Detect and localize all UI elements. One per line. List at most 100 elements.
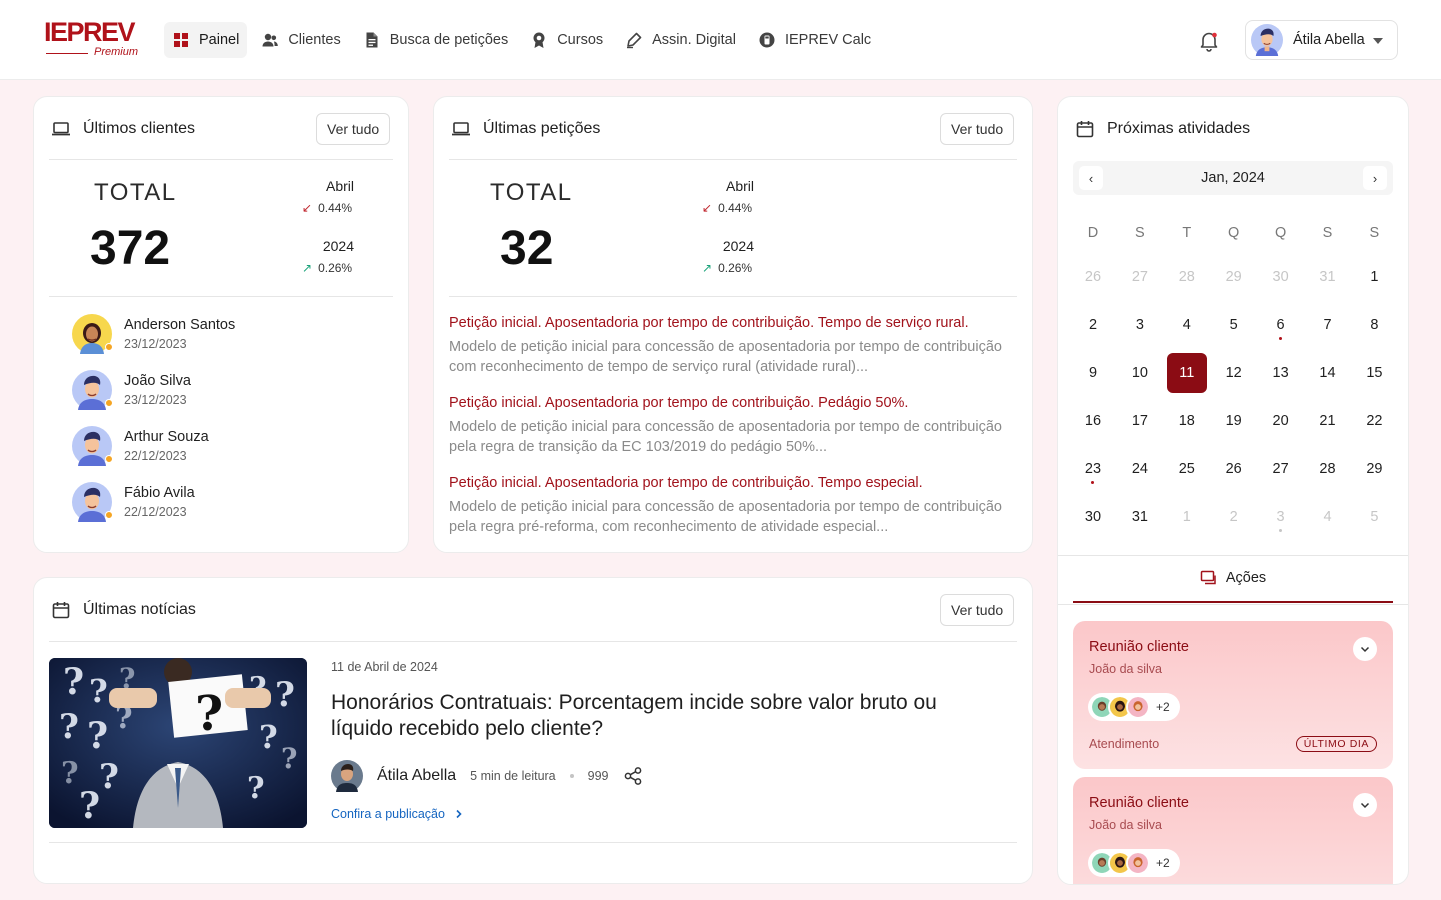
calendar-day[interactable]: 26: [1214, 449, 1254, 489]
nav-label: IEPREV Calc: [784, 32, 872, 48]
calendar-day[interactable]: 5: [1354, 497, 1394, 537]
calendar-day[interactable]: 30: [1073, 497, 1113, 537]
calendar-day[interactable]: 27: [1261, 449, 1301, 489]
see-all-petitions-button[interactable]: Ver tudo: [940, 113, 1015, 145]
calendar-day[interactable]: 20: [1261, 401, 1301, 441]
next-month-button[interactable]: ›: [1363, 166, 1387, 190]
calendar-day[interactable]: 1: [1167, 497, 1207, 537]
client-row[interactable]: Arthur Souza 22/12/2023: [72, 424, 209, 468]
client-row[interactable]: João Silva 23/12/2023: [72, 368, 191, 412]
share-icon[interactable]: [623, 766, 643, 786]
calendar-day[interactable]: 30: [1261, 257, 1301, 297]
calendar-day[interactable]: 19: [1214, 401, 1254, 441]
status-dot: [105, 343, 113, 351]
calendar-day[interactable]: 4: [1308, 497, 1348, 537]
nav-clientes[interactable]: Clientes: [253, 22, 348, 58]
calendar-day[interactable]: 22: [1354, 401, 1394, 441]
participants[interactable]: +2: [1088, 849, 1180, 877]
nav-cursos[interactable]: Cursos: [522, 22, 611, 58]
calendar-day[interactable]: 3: [1261, 497, 1301, 537]
see-all-news-button[interactable]: Ver tudo: [940, 594, 1015, 626]
calendar-day[interactable]: 6: [1261, 305, 1301, 345]
calendar-day[interactable]: 17: [1120, 401, 1160, 441]
arrow-up-icon: ↗: [302, 261, 313, 275]
calendar-day[interactable]: 27: [1120, 257, 1160, 297]
event-dot: [1278, 337, 1282, 340]
calendar-day[interactable]: 28: [1308, 449, 1348, 489]
calendar-day[interactable]: 16: [1073, 401, 1113, 441]
chevron-right-icon: [456, 809, 462, 819]
notifications-button[interactable]: [1196, 28, 1222, 54]
nav-painel[interactable]: Painel: [164, 22, 248, 58]
ieprev-logo[interactable]: IEPREV Premium: [44, 18, 144, 62]
calendar-day[interactable]: 29: [1214, 257, 1254, 297]
expand-button[interactable]: [1353, 793, 1377, 817]
card-title: Próximas atividades: [1107, 120, 1251, 137]
svg-text:?: ?: [195, 686, 223, 742]
calendar-day[interactable]: 12: [1214, 353, 1254, 393]
participants-more: +2: [1156, 856, 1170, 870]
calendar-day[interactable]: 31: [1120, 497, 1160, 537]
client-row[interactable]: Anderson Santos 23/12/2023: [72, 312, 235, 356]
participants-more: +2: [1156, 700, 1170, 714]
calendar-day[interactable]: 31: [1308, 257, 1348, 297]
activity-card[interactable]: Reunião cliente João da silva +2 Atendim…: [1073, 621, 1393, 769]
calendar-day[interactable]: 28: [1167, 257, 1207, 297]
nav-assin-digital[interactable]: Assin. Digital: [617, 22, 744, 58]
calendar-day[interactable]: 29: [1354, 449, 1394, 489]
calendar-day[interactable]: 21: [1308, 401, 1348, 441]
divider: [49, 842, 1017, 843]
calendar-day[interactable]: 4: [1167, 305, 1207, 345]
nav-label: Busca de petições: [389, 32, 509, 48]
petition-item[interactable]: Petição inicial. Aposentadoria por tempo…: [449, 473, 1009, 537]
day-number: 4: [1323, 509, 1332, 525]
nav-ieprev-calc[interactable]: IEPREV Calc: [750, 22, 879, 58]
activity-card[interactable]: Reunião cliente João da silva +2: [1073, 777, 1393, 884]
calendar-day[interactable]: 9: [1073, 353, 1113, 393]
calendar-day[interactable]: 2: [1214, 497, 1254, 537]
latest-news-card: Últimas notícias Ver tudo ??? ??? ??? ??…: [33, 577, 1033, 884]
upcoming-activities-card: Próximas atividades ‹ Jan, 2024 › D S T Q Q S…: [1057, 96, 1409, 885]
nav-busca-peticoes[interactable]: Busca de petições: [355, 22, 517, 58]
day-number: 2: [1088, 317, 1098, 333]
news-headline[interactable]: Honorários Contratuais: Porcentagem inci…: [331, 690, 991, 742]
calendar-day[interactable]: 3: [1120, 305, 1160, 345]
status-dot: [105, 511, 113, 519]
calendar-day[interactable]: 26: [1073, 257, 1113, 297]
expand-button[interactable]: [1353, 637, 1377, 661]
petition-item[interactable]: Petição inicial. Aposentadoria por tempo…: [449, 393, 1009, 457]
client-row[interactable]: Fábio Avila 22/12/2023: [72, 480, 195, 524]
petition-item[interactable]: Petição inicial. Aposentadoria por tempo…: [449, 313, 1009, 377]
separator-dot: [569, 774, 574, 778]
tab-acoes[interactable]: Ações: [1073, 555, 1393, 603]
total-petitions-value: 32: [500, 222, 554, 275]
award-icon: [533, 32, 545, 48]
petition-title: Petição inicial. Aposentadoria por tempo…: [449, 315, 969, 331]
calendar-day[interactable]: 18: [1167, 401, 1207, 441]
news-thumbnail[interactable]: ??? ??? ??? ??? ?? ?: [49, 658, 307, 828]
day-number: 27: [1131, 269, 1148, 285]
see-all-clients-button[interactable]: Ver tudo: [316, 113, 391, 145]
calendar-day[interactable]: 14: [1308, 353, 1348, 393]
calendar-day[interactable]: 1: [1354, 257, 1394, 297]
svg-text:?: ?: [79, 785, 100, 827]
calendar-day[interactable]: 7: [1308, 305, 1348, 345]
read-publication-link[interactable]: Confira a publicação: [331, 807, 463, 821]
calendar-day[interactable]: 10: [1120, 353, 1160, 393]
divider: [49, 641, 1017, 642]
calendar-day-today[interactable]: 11: [1166, 353, 1207, 393]
client-date: 22/12/2023: [124, 449, 187, 463]
calendar-day[interactable]: 25: [1167, 449, 1207, 489]
user-menu[interactable]: Átila Abella: [1245, 20, 1398, 60]
calendar-day[interactable]: 23: [1073, 449, 1113, 489]
calendar-day[interactable]: 8: [1354, 305, 1394, 345]
svg-text:?: ?: [275, 675, 295, 715]
calendar-day[interactable]: 5: [1214, 305, 1254, 345]
calendar-day[interactable]: 2: [1073, 305, 1113, 345]
calendar-day[interactable]: 13: [1261, 353, 1301, 393]
participants[interactable]: +2: [1088, 693, 1180, 721]
arrow-down-icon: ↙: [702, 201, 713, 215]
calendar-day[interactable]: 24: [1120, 449, 1160, 489]
calendar-day[interactable]: 15: [1354, 353, 1394, 393]
activity-client: João da silva: [1089, 662, 1162, 676]
